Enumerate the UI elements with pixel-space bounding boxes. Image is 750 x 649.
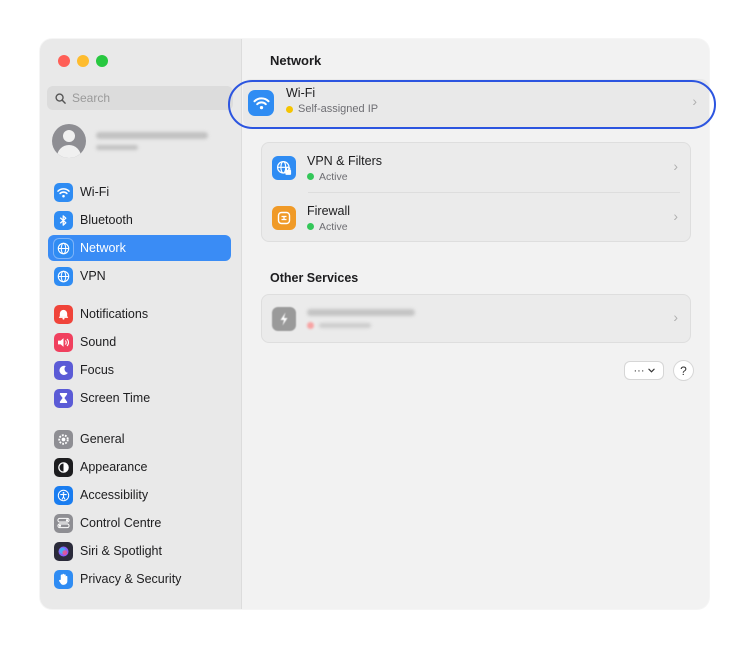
window-controls (58, 55, 108, 67)
moon-icon (54, 360, 73, 380)
speaker-icon (54, 332, 73, 352)
main-pane: Network Wi-Fi Self-assigned IP › VPN & F… (242, 39, 709, 609)
sidebar-item-screen-time[interactable]: Screen Time (48, 385, 231, 411)
wifi-row[interactable]: Wi-Fi Self-assigned IP › (243, 79, 709, 127)
nav-group-connectivity: Wi-Fi Bluetooth Network VPN (48, 179, 231, 291)
status-dot (307, 223, 314, 230)
wifi-label: Wi-Fi (286, 86, 316, 100)
chevron-down-icon (647, 368, 655, 373)
status-dot (307, 173, 314, 180)
globe-lock-icon (272, 156, 296, 180)
bell-icon (54, 304, 73, 324)
sidebar-item-accessibility[interactable]: Accessibility (48, 482, 231, 508)
ellipsis-icon: ··· (633, 364, 645, 377)
sidebar-item-label: Appearance (80, 460, 148, 474)
sidebar-item-notifications[interactable]: Notifications (48, 301, 231, 327)
close-button[interactable] (58, 55, 70, 67)
sidebar-item-wifi[interactable]: Wi-Fi (48, 179, 231, 205)
globe-icon (54, 266, 73, 286)
chevron-right-icon: › (673, 309, 678, 325)
service-row-firewall[interactable]: Firewall Active › (262, 193, 690, 243)
nav-group-system: General Appearance Accessibility Control… (48, 426, 231, 594)
lightning-icon (272, 306, 296, 331)
search-icon (55, 92, 66, 104)
sidebar-item-sound[interactable]: Sound (48, 329, 231, 355)
service-label: Firewall (307, 203, 351, 218)
sidebar-item-label: Accessibility (80, 488, 149, 502)
sidebar-item-bluetooth[interactable]: Bluetooth (48, 207, 231, 233)
sidebar-item-label: Control Centre (80, 516, 162, 530)
siri-icon (54, 541, 73, 561)
sidebar-item-label: General (80, 432, 125, 446)
sidebar-item-privacy-security[interactable]: Privacy & Security (48, 566, 231, 592)
globe-icon (54, 238, 73, 258)
sidebar-item-siri-spotlight[interactable]: Siri & Spotlight (48, 538, 231, 564)
wifi-status: Self-assigned IP (298, 103, 379, 115)
sidebar-item-label: Notifications (80, 307, 149, 321)
services-group: VPN & Filters Active › Firewall Active › (261, 142, 691, 242)
apple-account[interactable] (52, 124, 208, 158)
sidebar-item-focus[interactable]: Focus (48, 357, 231, 383)
hourglass-icon (54, 388, 73, 408)
sidebar-item-label: Siri & Spotlight (80, 544, 162, 558)
sidebar-item-vpn[interactable]: VPN (48, 263, 231, 289)
sidebar-item-label: Sound (80, 335, 117, 349)
firewall-icon (272, 206, 296, 230)
appearance-icon (54, 457, 73, 477)
wifi-icon (54, 182, 73, 202)
other-services-title: Other Services (270, 271, 359, 285)
status-dot (286, 105, 293, 113)
toggles-icon (54, 513, 73, 533)
gear-icon (54, 429, 73, 449)
search-input[interactable] (70, 90, 224, 106)
sidebar-item-label: Screen Time (80, 391, 151, 405)
service-label: VPN & Filters (307, 153, 383, 168)
settings-window: Wi-Fi Bluetooth Network VPN (40, 39, 709, 609)
page-title: Network (270, 53, 322, 68)
sidebar-item-network[interactable]: Network (48, 235, 231, 261)
chevron-right-icon: › (673, 158, 678, 174)
minimize-button[interactable] (77, 55, 89, 67)
bluetooth-icon (54, 210, 73, 230)
search-field[interactable] (47, 86, 233, 110)
sidebar-item-general[interactable]: General (48, 426, 231, 452)
sidebar-item-label: Network (80, 241, 126, 255)
hand-icon (54, 569, 73, 589)
account-name-redacted (96, 132, 208, 150)
avatar (52, 124, 86, 158)
accessibility-icon (54, 485, 73, 505)
sidebar-item-label: Focus (80, 363, 115, 377)
sidebar-item-label: Wi-Fi (80, 185, 110, 199)
sidebar: Wi-Fi Bluetooth Network VPN (40, 39, 242, 609)
nav-group-notifications: Notifications Sound Focus Screen Time (48, 301, 231, 413)
help-button[interactable]: ? (674, 361, 693, 380)
sidebar-item-label: Bluetooth (80, 213, 133, 227)
service-row-vpn-filters[interactable]: VPN & Filters Active › (262, 143, 690, 193)
chevron-right-icon: › (692, 93, 697, 109)
redacted-service-name (307, 308, 415, 329)
sidebar-item-control-centre[interactable]: Control Centre (48, 510, 231, 536)
other-services-group: › (261, 294, 691, 343)
service-status: Active (319, 170, 348, 183)
zoom-button[interactable] (96, 55, 108, 67)
wifi-icon (248, 90, 274, 116)
chevron-right-icon: › (673, 208, 678, 224)
service-row-redacted[interactable]: › (262, 295, 690, 342)
more-actions-button[interactable]: ··· (625, 362, 663, 379)
sidebar-item-label: Privacy & Security (80, 572, 182, 586)
service-status: Active (319, 220, 348, 233)
sidebar-item-appearance[interactable]: Appearance (48, 454, 231, 480)
sidebar-item-label: VPN (80, 269, 106, 283)
